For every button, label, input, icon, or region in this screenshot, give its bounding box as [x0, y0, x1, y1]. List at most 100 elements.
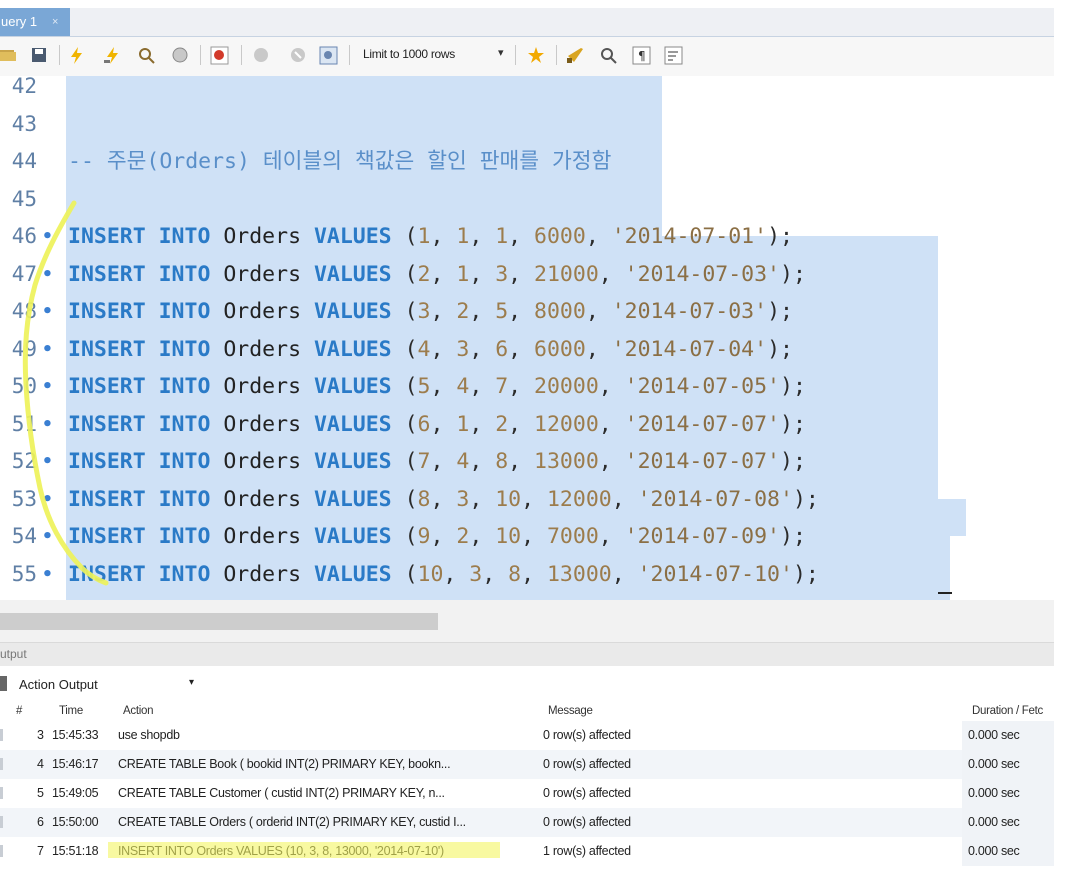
output-type-selector[interactable]: Action Output ▾ [0, 666, 1054, 700]
punctuation: , [508, 224, 535, 249]
number-literal: 13000 [534, 449, 599, 474]
number-literal: 3 [495, 261, 509, 287]
beautify-brush-icon[interactable] [566, 46, 585, 65]
statement-marker-icon: • [42, 338, 53, 360]
punctuation: , [508, 411, 535, 437]
punctuation: , [521, 486, 547, 512]
number-literal: 1 [456, 224, 470, 249]
chevron-down-icon[interactable]: ▾ [189, 677, 194, 688]
statement-marker-icon: • [42, 488, 53, 510]
save-icon[interactable] [30, 46, 49, 65]
statement-marker-icon: • [42, 263, 53, 285]
punctuation: ( [404, 486, 418, 512]
string-literal: '2014-07-03' [611, 299, 768, 324]
number-literal: 1 [495, 224, 509, 249]
rollback-icon[interactable] [289, 46, 308, 65]
explain-magnifier-icon[interactable] [137, 46, 156, 65]
punctuation: , [430, 261, 457, 287]
punctuation: , [482, 561, 509, 587]
string-literal: '2014-07-04' [611, 336, 768, 362]
toggle-error-icon[interactable] [210, 46, 229, 65]
line-number: 45 [0, 181, 64, 218]
add-snippet-star-icon[interactable] [527, 46, 546, 65]
table-row[interactable]: 6 15:50:00 CREATE TABLE Orders ( orderid I… [0, 808, 1054, 837]
number-literal: 4 [456, 449, 470, 474]
header-action[interactable]: Action [123, 705, 153, 717]
line-number: 49 • [0, 331, 64, 368]
table-name: Orders [223, 561, 314, 587]
header-time[interactable]: Time [59, 705, 83, 717]
find-magnifier-icon[interactable] [599, 46, 618, 65]
scrollbar-thumb[interactable] [0, 613, 438, 630]
output-type-label: Action Output [19, 677, 98, 692]
punctuation: ( [404, 374, 418, 399]
line-number-text: 42 [11, 74, 37, 98]
code-line: INSERT INTO Orders VALUES (7, 4, 8, 1300… [68, 443, 806, 480]
number-literal: 7000 [546, 524, 599, 549]
punctuation: , [611, 486, 638, 512]
statement-marker-icon: • [42, 526, 53, 547]
row-duration: 0.000 sec [968, 786, 1020, 800]
string-literal: '2014-07-07' [624, 449, 781, 474]
invisible-chars-icon[interactable]: ¶ [632, 46, 651, 65]
execute-current-icon[interactable] [103, 46, 122, 65]
wrap-lines-icon[interactable] [664, 46, 683, 65]
punctuation: , [508, 374, 535, 399]
chevron-down-icon[interactable]: ▾ [498, 46, 504, 59]
sql-keyword: VALUES [313, 261, 405, 287]
sql-editor[interactable]: 42 43 44 -- 주문(Orders) 테이블의 책값은 할인 판매를 가정함 4… [0, 74, 1054, 611]
string-literal: '2014-07-09' [624, 524, 780, 549]
table-row[interactable]: 3 15:45:33 use shopdb 0 row(s) affected 0.00… [0, 721, 1054, 750]
punctuation: ); [780, 411, 806, 437]
execute-lightning-icon[interactable] [67, 46, 86, 65]
number-literal: 3 [456, 486, 470, 512]
status-icon [0, 787, 3, 799]
table-row[interactable]: 7 15:51:18 INSERT INTO Orders VALUES (10, … [0, 837, 1054, 866]
line-number: 42 [0, 68, 64, 105]
header-message[interactable]: Message [548, 705, 593, 717]
statement-marker-icon: • [42, 301, 53, 322]
number-literal: 6000 [534, 336, 586, 362]
row-time: 15:51:18 [52, 844, 99, 858]
statement-marker-icon: • [42, 226, 53, 247]
output-panel-title: utput [0, 647, 27, 661]
tab-close-icon[interactable]: × [52, 8, 58, 36]
commit-icon[interactable] [252, 46, 271, 65]
row-time: 15:45:33 [52, 728, 99, 742]
punctuation: ); [780, 374, 806, 399]
tab-query-1[interactable]: uery 1 × [0, 8, 70, 36]
number-literal: 1 [456, 261, 470, 287]
line-number: 51 • [0, 406, 64, 443]
row-action: CREATE TABLE Orders ( orderid INT(2) PRI… [118, 815, 466, 829]
open-folder-icon[interactable] [0, 46, 19, 65]
punctuation: , [585, 224, 612, 249]
sql-keyword: INSERT INTO [68, 374, 224, 399]
status-icon [0, 758, 3, 770]
row-number: 4 [37, 757, 44, 771]
punctuation: ( [404, 336, 418, 362]
table-name: Orders [223, 486, 314, 512]
stop-icon[interactable] [171, 46, 190, 65]
code-line: INSERT INTO Orders VALUES (9, 2, 10, 700… [68, 518, 806, 555]
toolbar-separator [515, 45, 516, 65]
line-number: 52 • [0, 443, 64, 480]
row-duration: 0.000 sec [968, 844, 1020, 858]
punctuation: , [469, 299, 496, 324]
punctuation: , [598, 374, 625, 399]
row-number: 6 [37, 815, 44, 829]
punctuation: , [443, 561, 470, 587]
autocommit-toggle-icon[interactable] [319, 46, 338, 65]
statement-marker-icon: • [42, 413, 53, 435]
table-row[interactable]: 4 15:46:17 CREATE TABLE Book ( bookid INT(… [0, 750, 1054, 779]
header-duration[interactable]: Duration / Fetc [972, 705, 1043, 717]
limit-rows-select[interactable]: Limit to 1000 rows [363, 47, 455, 61]
punctuation: ); [767, 336, 793, 362]
sql-keyword: VALUES [313, 561, 405, 587]
line-number-text: 53 [11, 486, 37, 511]
number-literal: 12000 [534, 411, 599, 437]
number-literal: 21000 [534, 261, 599, 287]
header-number[interactable]: # [16, 705, 22, 717]
table-row[interactable]: 5 15:49:05 CREATE TABLE Customer ( custid … [0, 779, 1054, 808]
editor-horizontal-scrollbar[interactable] [0, 600, 1054, 642]
sql-comment: -- 주문(Orders) 테이블의 책값은 할인 판매를 가정함 [68, 149, 612, 174]
